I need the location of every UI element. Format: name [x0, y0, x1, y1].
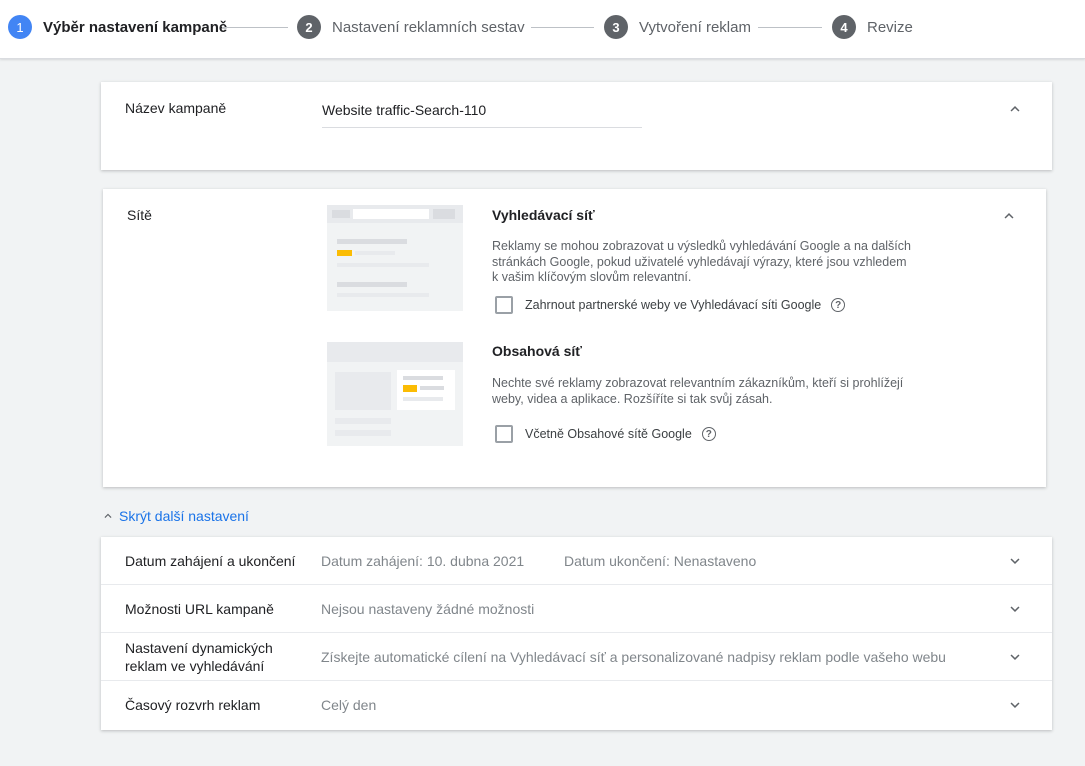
- step-label: Výběr nastavení kampaně: [43, 18, 228, 36]
- display-network-illustration: [327, 342, 463, 446]
- step-number: 3: [604, 15, 628, 39]
- hide-more-settings-label: Skrýt další nastavení: [119, 508, 249, 524]
- hide-more-settings-link[interactable]: Skrýt další nastavení: [101, 508, 249, 524]
- settings-row-dynamic-search-ads[interactable]: Nastavení dynamických reklam ve vyhledáv…: [101, 633, 1052, 681]
- row-label: Časový rozvrh reklam: [125, 697, 261, 713]
- networks-card: Sítě Vyhledávací síť Reklamy se mohou zo…: [103, 189, 1046, 487]
- step-label: Vytvoření reklam: [639, 18, 751, 36]
- description-line: Nechte své reklamy zobrazovat relevantní…: [492, 376, 904, 390]
- campaign-name-label: Název kampaně: [125, 100, 227, 116]
- display-network-label[interactable]: Včetně Obsahové sítě Google: [525, 427, 692, 441]
- step-4[interactable]: 4 Revize: [832, 15, 913, 39]
- step-number: 2: [297, 15, 321, 39]
- help-icon[interactable]: ?: [701, 427, 716, 441]
- row-value: Nejsou nastaveny žádné možnosti: [321, 601, 535, 617]
- step-label: Revize: [867, 18, 913, 36]
- chevron-down-icon[interactable]: [1006, 648, 1024, 666]
- search-partners-label[interactable]: Zahrnout partnerské weby ve Vyhledávací …: [525, 298, 821, 312]
- step-connector: [531, 27, 594, 28]
- step-2[interactable]: 2 Nastavení reklamních sestav: [297, 15, 525, 39]
- row-label: Datum zahájení a ukončení: [125, 553, 296, 569]
- chevron-up-icon[interactable]: [1000, 207, 1018, 225]
- stepper: 1 Výběr nastavení kampaně 2 Nastavení re…: [0, 0, 1085, 59]
- step-number: 1: [8, 15, 32, 39]
- row-label: Nastavení dynamických reklam ve vyhledáv…: [125, 639, 273, 675]
- settings-row-ad-schedule[interactable]: Časový rozvrh reklam Celý den: [101, 681, 1052, 729]
- networks-label: Sítě: [127, 207, 152, 223]
- step-connector: [758, 27, 822, 28]
- row-value-secondary: Datum ukončení: Nenastaveno: [564, 553, 757, 569]
- chevron-up-icon: [104, 513, 112, 518]
- campaign-name-card: Název kampaně Website traffic-Search-110: [101, 82, 1052, 170]
- search-partners-checkbox[interactable]: [495, 296, 513, 314]
- more-settings-card: Datum zahájení a ukončení Datum zahájení…: [101, 537, 1052, 730]
- display-network-option: Včetně Obsahové sítě Google ?: [495, 425, 716, 443]
- step-connector: [222, 27, 288, 28]
- campaign-name-input[interactable]: Website traffic-Search-110: [322, 96, 642, 128]
- description-line: weby, videa a aplikace. Rozšíříte si tak…: [492, 391, 773, 406]
- row-value: Datum zahájení: 10. dubna 2021: [321, 553, 525, 569]
- row-label: Možnosti URL kampaně: [125, 601, 274, 617]
- display-network-description: Nechte své reklamy zobrazovat relevantní…: [492, 376, 942, 407]
- search-network-title: Vyhledávací síť: [492, 207, 595, 223]
- row-value: Získejte automatické cílení na Vyhledáva…: [321, 649, 946, 665]
- description-line: k vašim klíčovým slovům relevantní.: [492, 270, 692, 284]
- step-number: 4: [832, 15, 856, 39]
- step-1[interactable]: 1 Výběr nastavení kampaně: [8, 15, 227, 39]
- settings-row-dates[interactable]: Datum zahájení a ukončení Datum zahájení…: [101, 537, 1052, 585]
- description-line: Reklamy se mohou zobrazovat u výsledků v…: [492, 239, 911, 253]
- search-network-description: Reklamy se mohou zobrazovat u výsledků v…: [492, 239, 942, 286]
- step-3[interactable]: 3 Vytvoření reklam: [604, 15, 751, 39]
- display-network-title: Obsahová síť: [492, 343, 582, 359]
- chevron-down-icon[interactable]: [1006, 696, 1024, 714]
- chevron-up-icon[interactable]: [1006, 100, 1024, 118]
- search-network-illustration: [327, 205, 463, 311]
- label-line: reklam ve vyhledávání: [125, 658, 265, 674]
- label-line: Nastavení dynamických: [125, 640, 273, 656]
- description-line: stránkách Google, pokud uživatelé vyhled…: [492, 254, 907, 269]
- display-network-checkbox[interactable]: [495, 425, 513, 443]
- row-value: Celý den: [321, 697, 377, 713]
- help-icon[interactable]: ?: [831, 298, 846, 312]
- chevron-down-icon[interactable]: [1006, 552, 1024, 570]
- search-partners-option: Zahrnout partnerské weby ve Vyhledávací …: [495, 296, 846, 314]
- chevron-down-icon[interactable]: [1006, 600, 1024, 618]
- step-label: Nastavení reklamních sestav: [332, 18, 525, 36]
- settings-row-url-options[interactable]: Možnosti URL kampaně Nejsou nastaveny žá…: [101, 585, 1052, 633]
